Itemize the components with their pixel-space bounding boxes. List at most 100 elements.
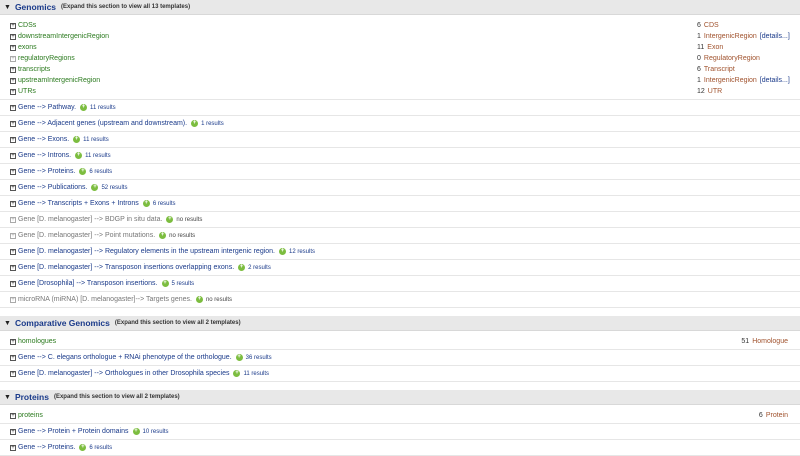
template-name[interactable]: Gene --> Transcripts + Exons + Introns xyxy=(18,200,139,207)
template-row[interactable]: + Gene [D. melanogaster] --> BDGP in situ… xyxy=(0,212,800,228)
expand-box-icon[interactable]: + xyxy=(10,22,16,29)
collection-name[interactable]: homologues xyxy=(18,338,56,345)
template-row[interactable]: + Gene --> C. elegans orthologue + RNAi p… xyxy=(0,350,800,366)
expand-box-icon[interactable]: + xyxy=(10,66,16,73)
template-row[interactable]: + Gene --> Proteins. +6 results xyxy=(0,164,800,180)
template-row[interactable]: + Gene [D. melanogaster] --> Point mutati… xyxy=(0,228,800,244)
run-template-icon[interactable]: + xyxy=(91,184,99,191)
template-name[interactable]: Gene --> Proteins. xyxy=(18,444,75,451)
template-results[interactable]: 12 results xyxy=(289,249,315,255)
section-header[interactable]: ▼ Proteins (Expand this section to view al… xyxy=(0,390,800,405)
run-template-icon[interactable]: + xyxy=(80,104,88,111)
template-results[interactable]: 6 results xyxy=(89,169,112,175)
expand-box-icon[interactable]: + xyxy=(10,428,16,435)
expand-box-icon[interactable]: + xyxy=(10,338,16,345)
template-results[interactable]: 1 results xyxy=(201,121,224,127)
run-template-icon[interactable]: + xyxy=(235,354,243,361)
section-header[interactable]: ▼ Comparative Genomics (Expand this sectio… xyxy=(0,316,800,331)
template-row[interactable]: + Gene --> Publications. +52 results xyxy=(0,180,800,196)
template-name[interactable]: Gene --> C. elegans orthologue + RNAi ph… xyxy=(18,354,232,361)
template-results[interactable]: 6 results xyxy=(153,201,176,207)
template-row[interactable]: + Gene [D. melanogaster] --> Transposon i… xyxy=(0,260,800,276)
template-row[interactable]: + Gene --> Protein + Protein domains +10 r… xyxy=(0,424,800,440)
collection-name[interactable]: transcripts xyxy=(18,66,50,73)
run-template-icon[interactable]: + xyxy=(279,248,286,255)
section-expand-note[interactable]: (Expand this section to view all 13 temp… xyxy=(61,4,190,10)
collection-name[interactable]: proteins xyxy=(18,412,43,419)
template-row[interactable]: + Gene --> Transcripts + Exons + Introns +… xyxy=(0,196,800,212)
run-template-icon[interactable]: + xyxy=(191,120,199,127)
template-name[interactable]: Gene --> Publications. xyxy=(18,184,87,191)
template-name[interactable]: Gene --> Adjacent genes (upstream and do… xyxy=(18,120,187,127)
expand-box-icon[interactable]: + xyxy=(10,444,16,451)
template-name[interactable]: Gene --> Protein + Protein domains xyxy=(18,428,129,435)
collection-row[interactable]: + exons 11 Exon xyxy=(0,42,800,53)
run-template-icon[interactable]: + xyxy=(161,280,169,287)
collection-type[interactable]: IntergenicRegion xyxy=(704,77,757,84)
template-row[interactable]: + Gene --> Introns. +11 results xyxy=(0,148,800,164)
template-results[interactable]: 36 results xyxy=(246,355,272,361)
expand-box-icon[interactable]: + xyxy=(10,136,16,143)
run-template-icon[interactable]: + xyxy=(233,370,241,377)
collection-type[interactable]: RegulatoryRegion xyxy=(704,55,760,62)
collection-name[interactable]: UTRs xyxy=(18,88,36,95)
collapse-triangle-icon[interactable]: ▼ xyxy=(4,394,11,401)
collection-type[interactable]: Homologue xyxy=(752,338,788,345)
collection-name[interactable]: CDSs xyxy=(18,22,36,29)
template-results[interactable]: 52 results xyxy=(101,185,127,191)
run-template-icon[interactable]: + xyxy=(238,264,246,271)
run-template-icon[interactable]: + xyxy=(73,136,81,143)
run-template-icon[interactable]: + xyxy=(132,428,140,435)
expand-box-icon[interactable]: + xyxy=(10,354,16,361)
template-row[interactable]: + Gene [Drosophila] --> Transposon insert… xyxy=(0,276,800,292)
collection-row[interactable]: + CDSs 6 CDS xyxy=(0,20,800,31)
expand-box-icon[interactable]: + xyxy=(10,280,16,287)
collection-type[interactable]: UTR xyxy=(708,88,722,95)
template-row[interactable]: + Gene --> Proteins. +6 results xyxy=(0,440,800,456)
details-link[interactable]: [details...] xyxy=(760,77,790,84)
expand-box-icon[interactable]: + xyxy=(10,33,16,40)
section-header[interactable]: ▼ Genomics (Expand this section to view al… xyxy=(0,0,800,15)
template-name[interactable]: Gene [D. melanogaster] --> Transposon in… xyxy=(18,264,234,271)
template-name[interactable]: Gene --> Proteins. xyxy=(18,168,75,175)
template-results[interactable]: 11 results xyxy=(243,371,269,377)
expand-box-icon[interactable]: + xyxy=(10,104,16,111)
collapse-triangle-icon[interactable]: ▼ xyxy=(4,4,11,11)
template-results[interactable]: 11 results xyxy=(90,105,116,111)
collection-type[interactable]: IntergenicRegion xyxy=(704,33,757,40)
expand-box-icon[interactable]: + xyxy=(10,168,16,175)
template-name[interactable]: Gene [D. melanogaster] --> Orthologues i… xyxy=(18,370,229,377)
collapse-triangle-icon[interactable]: ▼ xyxy=(4,320,11,327)
template-name[interactable]: Gene [Drosophila] --> Transposon inserti… xyxy=(18,280,158,287)
collection-row[interactable]: + proteins 6 Protein xyxy=(0,410,800,421)
template-row[interactable]: + Gene [D. melanogaster] --> Regulatory e… xyxy=(0,244,800,260)
expand-box-icon[interactable]: + xyxy=(10,88,16,95)
template-results[interactable]: 2 results xyxy=(248,265,271,271)
run-template-icon[interactable]: + xyxy=(195,296,203,303)
template-results[interactable]: 11 results xyxy=(85,153,111,159)
collection-name[interactable]: exons xyxy=(18,44,37,51)
template-name[interactable]: Gene --> Pathway. xyxy=(18,104,76,111)
collection-type[interactable]: CDS xyxy=(704,22,719,29)
template-results[interactable]: 10 results xyxy=(143,429,169,435)
template-results[interactable]: 11 results xyxy=(83,137,109,143)
template-results[interactable]: 5 results xyxy=(172,281,195,287)
section-expand-note[interactable]: (Expand this section to view all 2 templ… xyxy=(54,394,180,400)
expand-box-icon[interactable]: + xyxy=(10,44,16,51)
template-row[interactable]: + Gene --> Adjacent genes (upstream and d… xyxy=(0,116,800,132)
run-template-icon[interactable]: + xyxy=(79,168,87,175)
section-expand-note[interactable]: (Expand this section to view all 2 templ… xyxy=(115,320,241,326)
run-template-icon[interactable]: + xyxy=(79,444,87,451)
expand-box-icon[interactable]: + xyxy=(10,248,16,255)
expand-box-icon[interactable]: + xyxy=(10,200,16,207)
collection-name[interactable]: upstreamIntergenicRegion xyxy=(18,77,100,84)
collection-row[interactable]: + homologues 51 Homologue xyxy=(0,336,800,347)
template-row[interactable]: + Gene --> Pathway. +11 results xyxy=(0,100,800,116)
expand-box-icon[interactable]: + xyxy=(10,77,16,84)
template-results[interactable]: 6 results xyxy=(89,445,112,451)
collection-row[interactable]: + regulatoryRegions 0 RegulatoryRegion xyxy=(0,53,800,64)
template-row[interactable]: + microRNA (miRNA) [D. melanogaster]--> T… xyxy=(0,292,800,308)
collection-type[interactable]: Protein xyxy=(766,412,788,419)
collection-name[interactable]: regulatoryRegions xyxy=(18,55,75,62)
collection-row[interactable]: + upstreamIntergenicRegion 1 IntergenicRegi… xyxy=(0,75,800,86)
